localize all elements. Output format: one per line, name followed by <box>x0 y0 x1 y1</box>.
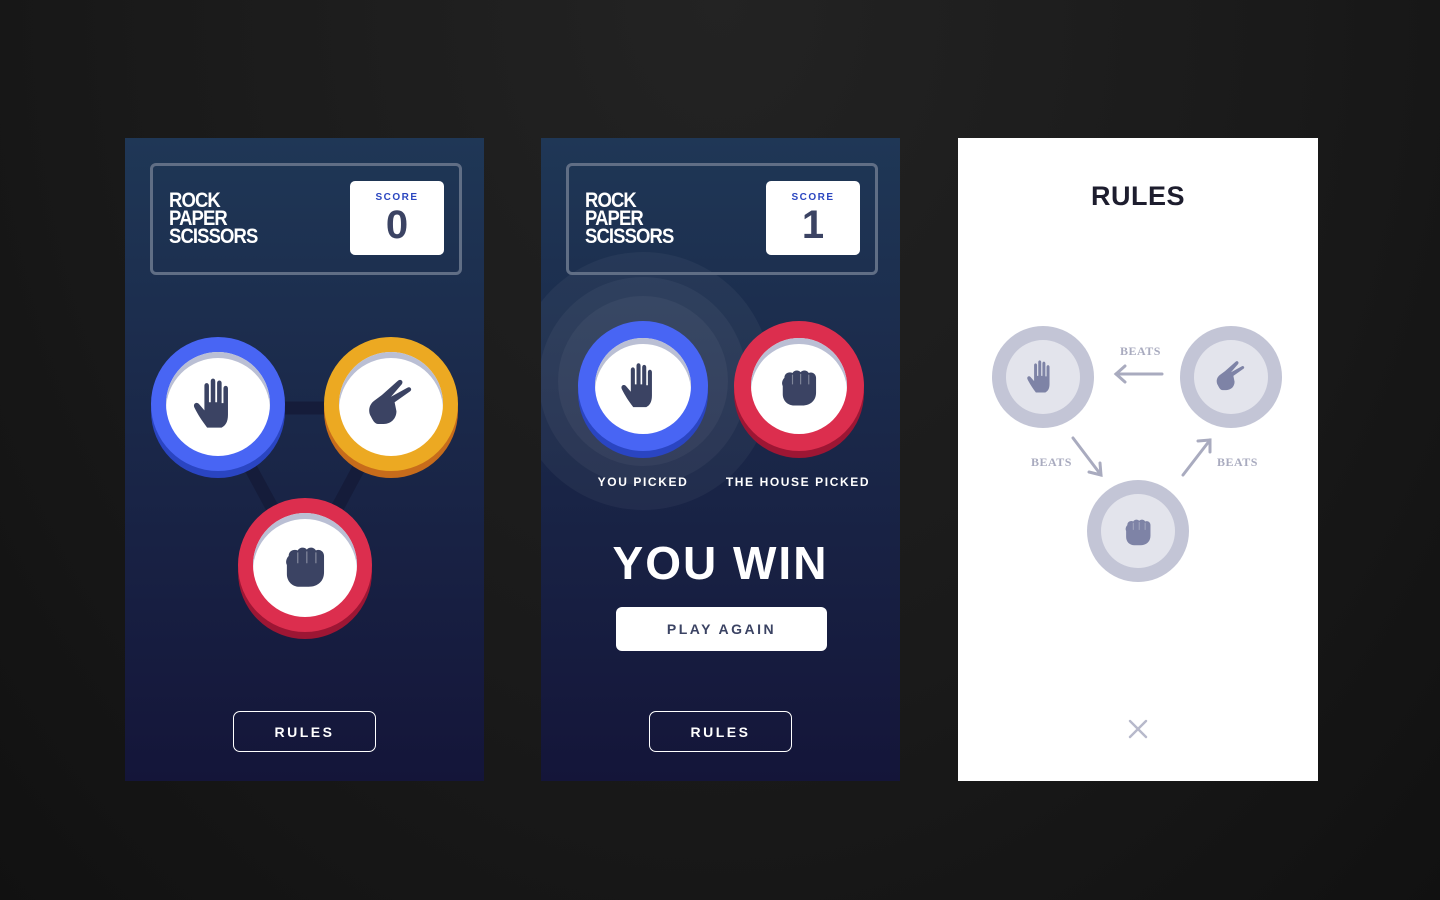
game-screen-select: ROCK PAPER SCISSORS SCORE 0 RULES <box>125 138 484 781</box>
hand-paper-icon <box>617 360 669 412</box>
rules-button[interactable]: RULES <box>649 711 792 752</box>
play-again-button[interactable]: PLAY AGAIN <box>616 607 827 651</box>
game-screen-result: ROCK PAPER SCISSORS SCORE 1 YOU PICKED T… <box>541 138 900 781</box>
score-label: SCORE <box>791 192 835 203</box>
rock-choice-button[interactable] <box>238 498 372 632</box>
rules-arrows <box>1071 364 1212 477</box>
game-title: ROCK PAPER SCISSORS <box>585 190 674 248</box>
hand-rock-icon <box>773 360 825 412</box>
house-picked-rock-chip <box>734 321 864 451</box>
beats-label-right: BEATS <box>1217 455 1258 469</box>
title-line-scissors: SCISSORS <box>585 225 674 248</box>
house-picked-label: THE HOUSE PICKED <box>725 475 871 489</box>
paper-choice-button[interactable] <box>151 337 285 471</box>
score-box: SCORE 1 <box>766 181 860 255</box>
beats-label-top: BEATS <box>1120 344 1161 358</box>
score-value: 1 <box>801 203 825 247</box>
close-icon[interactable] <box>1126 717 1150 741</box>
beats-label-left: BEATS <box>1031 455 1072 469</box>
scissors-choice-button[interactable] <box>324 337 458 471</box>
score-header: ROCK PAPER SCISSORS SCORE 1 <box>566 163 878 275</box>
result-text: YOU WIN <box>612 537 829 589</box>
hand-rock-icon <box>276 536 334 594</box>
you-picked-paper-chip <box>578 321 708 451</box>
rules-button[interactable]: RULES <box>233 711 376 752</box>
arrow-down-right-icon <box>1071 436 1103 477</box>
choice-triangle <box>211 401 398 575</box>
hand-scissors-icon <box>362 375 420 433</box>
rules-screen: RULES BEATS BEATS BEATS <box>958 138 1318 781</box>
you-picked-label: YOU PICKED <box>597 475 689 489</box>
arrow-up-right-icon <box>1181 438 1212 477</box>
hand-paper-icon <box>189 375 247 433</box>
